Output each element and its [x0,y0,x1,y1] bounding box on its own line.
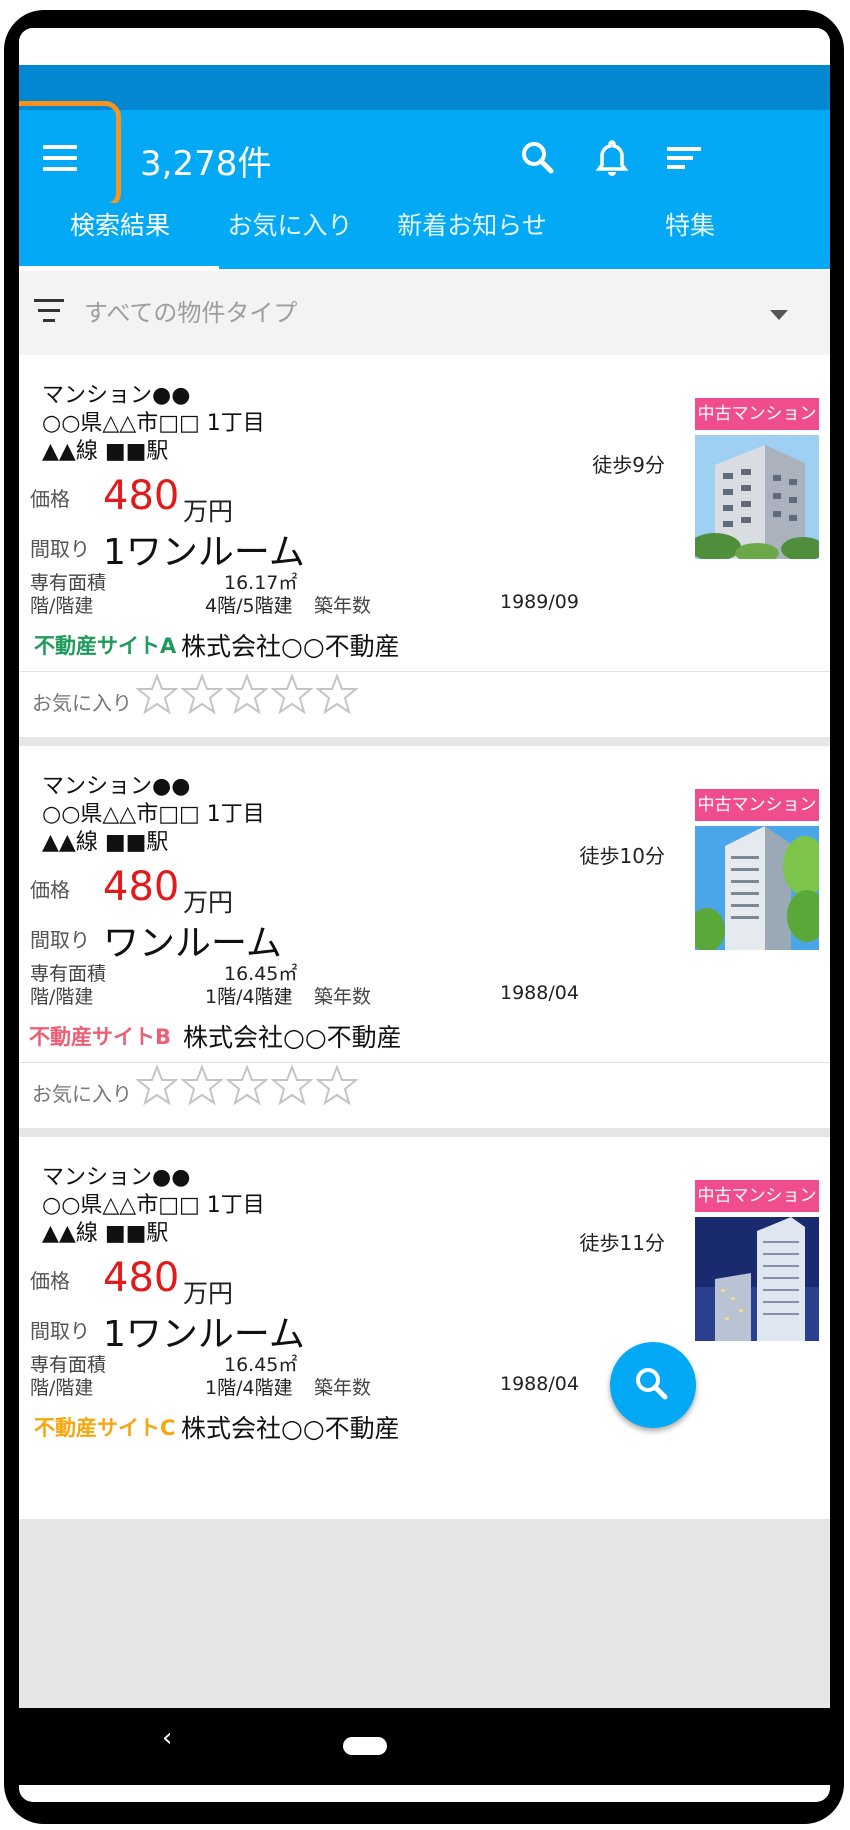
layout-label: 間取り [30,1319,90,1343]
menu-button-highlight[interactable] [19,101,121,209]
star-outline-icon[interactable] [316,1064,358,1106]
layout-label: 間取り [30,537,90,561]
card-divider [19,1062,830,1063]
company-name: 株式会社○○不動産 [181,1414,400,1443]
floor-value: 1階/4階建 [205,986,293,1008]
back-icon[interactable]: ‹ [162,1723,172,1753]
star-outline-icon[interactable] [316,673,358,715]
built-year: 1988/04 [500,982,579,1004]
site-name[interactable]: 不動産サイトB [29,1021,171,1051]
star-outline-icon[interactable] [181,673,223,715]
built-year: 1988/04 [500,1373,579,1395]
result-count: 3,278件 [140,144,272,184]
property-type-badge: 中古マンション [695,1180,819,1212]
price-value: 480 [103,864,180,910]
property-type-badge: 中古マンション [695,789,819,821]
dropdown-arrow-icon [770,310,788,320]
star-outline-icon[interactable] [181,1064,223,1106]
home-pill[interactable] [343,1737,387,1755]
floor-label: 階/階建 [30,595,94,617]
listing-card[interactable]: マンション●● ○○県△△市□□ 1丁目 ▲▲線 ■■駅 徒歩9分 価格 480… [19,355,830,737]
price-value: 480 [103,1255,180,1301]
listing-card[interactable]: マンション●● ○○県△△市□□ 1丁目 ▲▲線 ■■駅 徒歩11分 価格 48… [19,1137,830,1519]
walk-time: 徒歩9分 [592,453,665,477]
tab-bar: 検索結果 お気に入り 新着お知らせ 特集 [19,203,830,269]
favorite-label: お気に入り [32,1082,132,1106]
floor-value: 1階/4階建 [205,1377,293,1399]
search-fab[interactable] [610,1342,696,1428]
filter-text: すべての物件タイプ [84,299,298,327]
floor-label: 階/階建 [30,986,94,1008]
price-label: 価格 [30,878,70,902]
top-bezel-area [19,28,830,65]
search-icon[interactable] [516,136,560,180]
age-label: 築年数 [314,1377,372,1399]
listing-card[interactable]: マンション●● ○○県△△市□□ 1丁目 ▲▲線 ■■駅 徒歩10分 価格 48… [19,746,830,1128]
search-icon [636,1368,668,1400]
tab-features-label: 特集 [664,211,715,240]
property-station: ▲▲線 ■■駅 [42,439,169,464]
property-photo[interactable] [695,1217,819,1341]
listing-list: マンション●● ○○県△△市□□ 1丁目 ▲▲線 ■■駅 徒歩9分 価格 480… [19,355,830,1715]
walk-time: 徒歩11分 [579,1231,665,1255]
built-year: 1989/09 [500,591,579,613]
price-label: 価格 [30,1269,70,1293]
system-nav-bar: ‹ [19,1708,830,1785]
bell-icon[interactable] [590,136,634,180]
company-name: 株式会社○○不動産 [183,1023,402,1052]
star-outline-icon[interactable] [271,1064,313,1106]
card-divider [19,671,830,672]
floor-value: 4階/5階建 [205,595,293,617]
property-type-badge: 中古マンション [695,398,819,430]
layout-label: 間取り [30,928,90,952]
property-photo[interactable] [695,826,819,950]
property-station: ▲▲線 ■■駅 [42,830,169,855]
star-outline-icon[interactable] [136,673,178,715]
star-outline-icon[interactable] [136,1064,178,1106]
property-photo[interactable] [695,435,819,559]
tab-features[interactable]: 特集 [550,203,715,269]
phone-device: 3,278件 検索結果 お気に入り 新着お知らせ 特集 すべての物件タイプ マン… [0,0,850,1830]
site-name[interactable]: 不動産サイトA [34,630,176,660]
favorite-rating [136,1064,361,1114]
floor-label: 階/階建 [30,1377,94,1399]
price-label: 価格 [30,487,70,511]
status-bar [19,65,830,110]
favorite-label: お気に入り [32,691,132,715]
screen: 3,278件 検索結果 お気に入り 新着お知らせ 特集 すべての物件タイプ マン… [19,28,830,1802]
filter-icon [33,299,65,323]
star-outline-icon[interactable] [226,673,268,715]
star-outline-icon[interactable] [271,673,313,715]
favorite-rating [136,673,361,723]
property-type-filter[interactable]: すべての物件タイプ [19,271,830,356]
walk-time: 徒歩10分 [579,844,665,868]
sort-icon[interactable] [663,136,707,180]
site-name[interactable]: 不動産サイトC [34,1412,175,1442]
age-label: 築年数 [314,986,372,1008]
price-value: 480 [103,473,180,519]
property-station: ▲▲線 ■■駅 [42,1221,169,1246]
company-name: 株式会社○○不動産 [181,632,400,661]
star-outline-icon[interactable] [226,1064,268,1106]
age-label: 築年数 [314,595,372,617]
